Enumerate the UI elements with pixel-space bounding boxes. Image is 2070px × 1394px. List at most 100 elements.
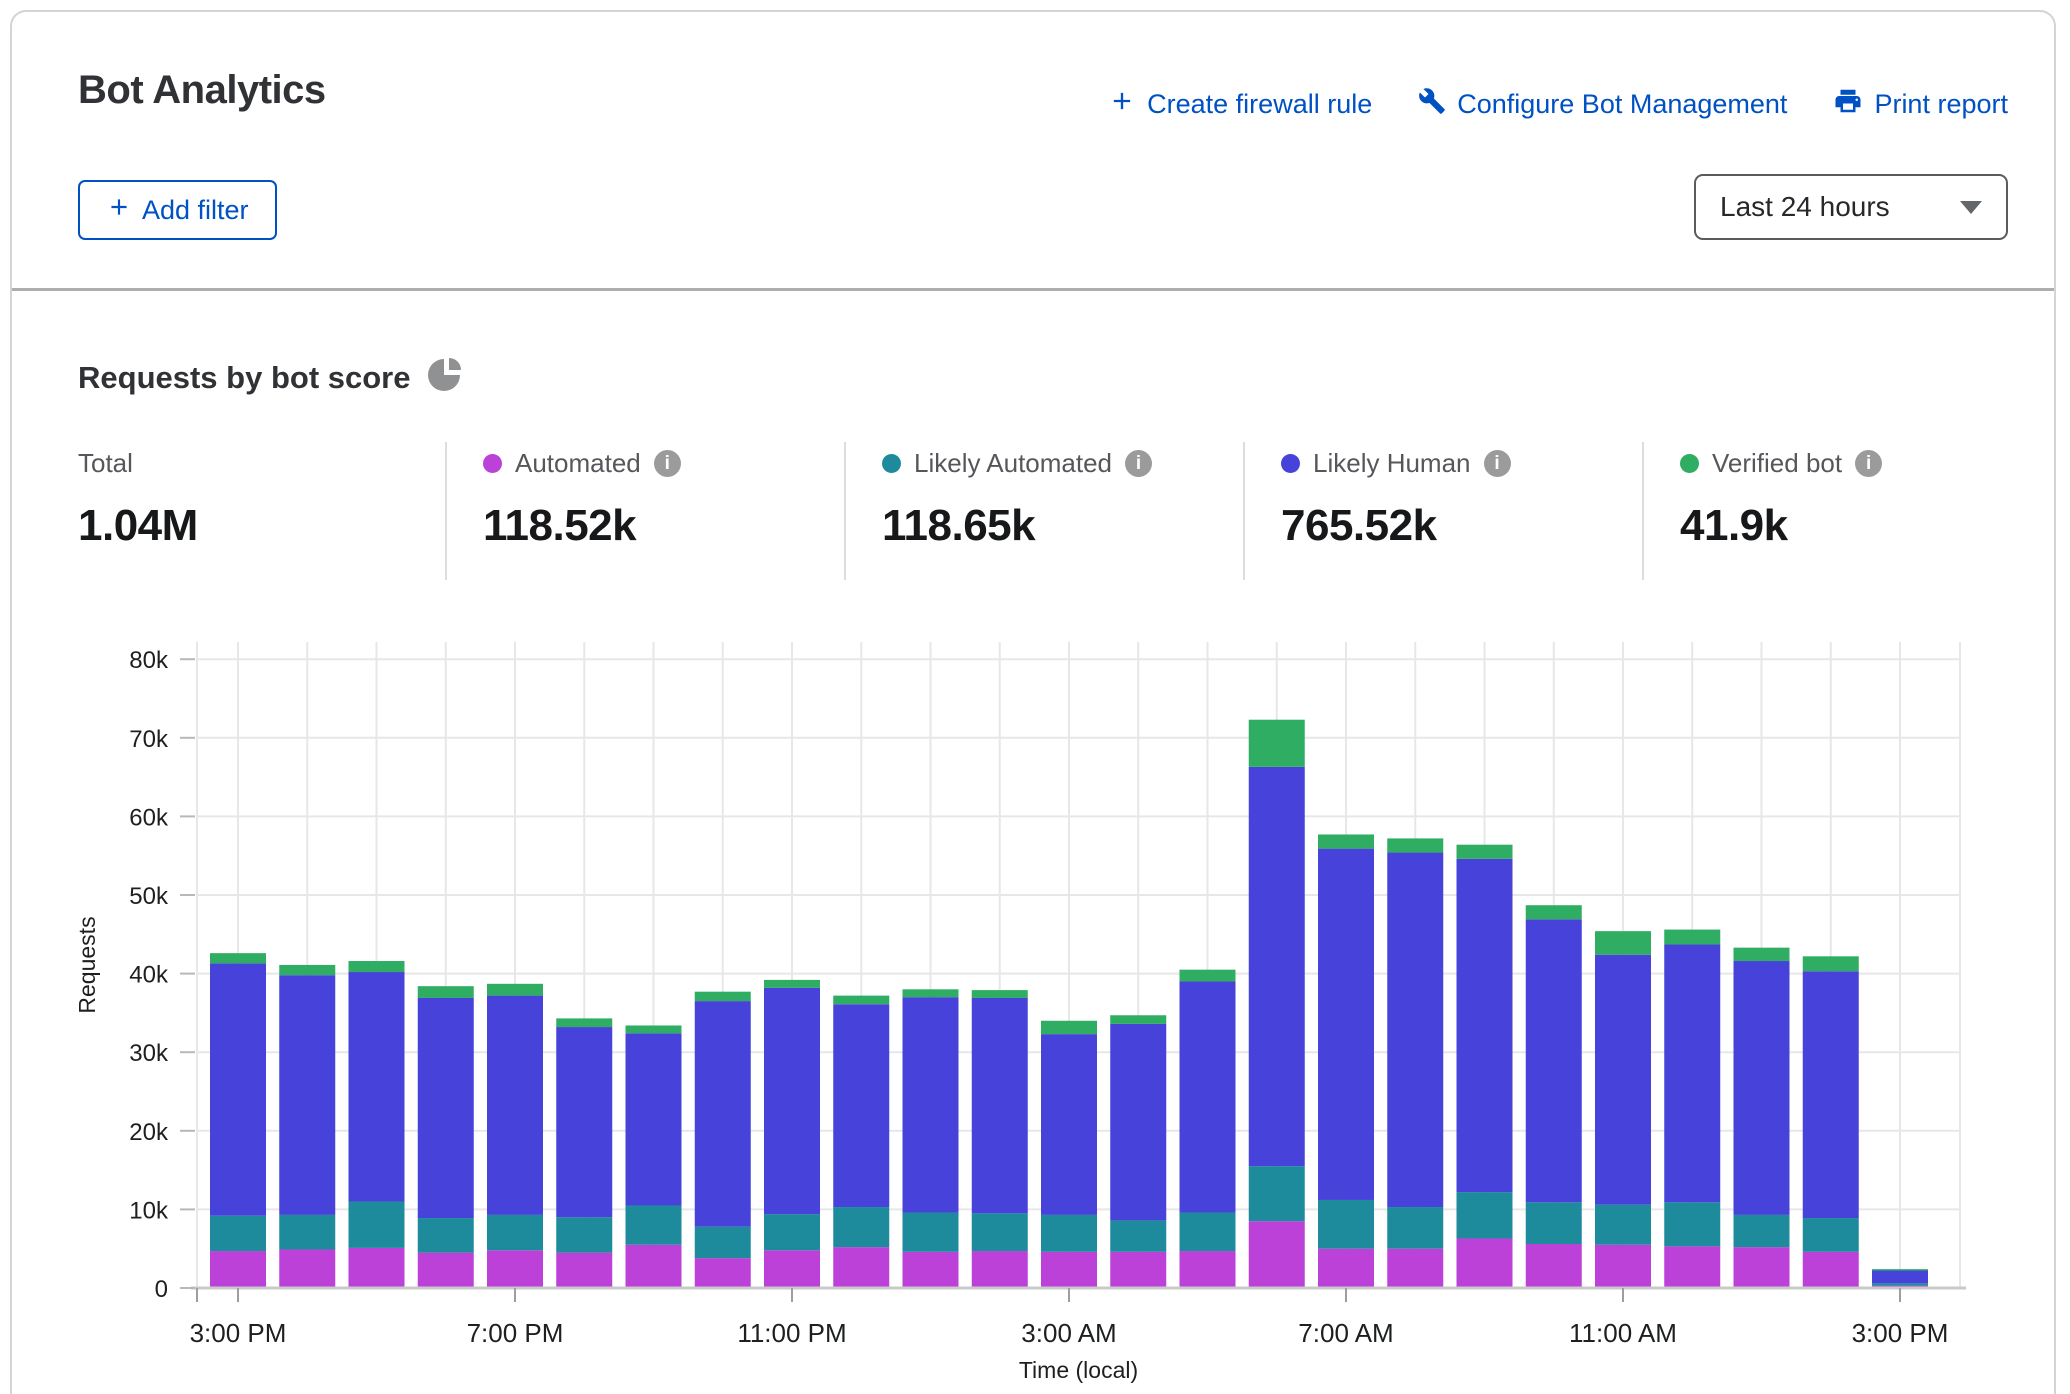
stat-likely-human-value: 765.52k (1281, 501, 1642, 551)
info-icon[interactable]: i (654, 450, 681, 477)
bar-segment-automated (1595, 1245, 1651, 1288)
bar-10[interactable] (903, 989, 959, 1288)
create-firewall-rule-link[interactable]: Create firewall rule (1108, 87, 1372, 122)
bar-8[interactable] (764, 980, 820, 1288)
bar-7[interactable] (695, 992, 751, 1288)
verified-bot-legend-dot (1680, 454, 1699, 473)
page-title: Bot Analytics (78, 68, 326, 113)
bar-1[interactable] (279, 965, 335, 1288)
bar-segment-automated (1387, 1249, 1443, 1288)
plus-icon (106, 194, 132, 227)
info-icon[interactable]: i (1484, 450, 1511, 477)
stat-total: Total 1.04M (12, 442, 445, 580)
svg-text:3:00 PM: 3:00 PM (1852, 1318, 1949, 1348)
bar-segment-likely_automated (279, 1215, 335, 1250)
bar-segment-likely_automated (556, 1217, 612, 1252)
bar-14[interactable] (1180, 970, 1236, 1288)
likely-automated-legend-dot (882, 454, 901, 473)
bar-segment-likely_human (764, 988, 820, 1214)
bar-segment-verified_bot (764, 980, 820, 988)
print-report-link[interactable]: Print report (1833, 86, 2008, 123)
bar-segment-likely_human (1803, 971, 1859, 1218)
bar-segment-verified_bot (972, 990, 1028, 998)
svg-text:11:00 PM: 11:00 PM (737, 1318, 846, 1348)
bar-13[interactable] (1110, 1015, 1166, 1288)
svg-text:11:00 AM: 11:00 AM (1569, 1318, 1677, 1348)
bar-segment-automated (972, 1251, 1028, 1288)
stat-likely-automated-value: 118.65k (882, 501, 1243, 551)
bar-11[interactable] (972, 990, 1028, 1288)
bar-0[interactable] (210, 953, 266, 1288)
stat-total-label: Total (78, 448, 133, 479)
bar-4[interactable] (487, 984, 543, 1288)
bar-segment-automated (1457, 1238, 1513, 1288)
bar-segment-likely_human (1664, 945, 1720, 1203)
bar-segment-likely_human (1457, 859, 1513, 1192)
bar-segment-likely_automated (972, 1213, 1028, 1251)
bar-12[interactable] (1041, 1021, 1097, 1288)
bar-segment-likely_automated (1249, 1166, 1305, 1221)
bar-segment-verified_bot (903, 989, 959, 997)
bar-segment-likely_human (1872, 1270, 1928, 1283)
bar-segment-likely_human (487, 996, 543, 1215)
bar-9[interactable] (833, 996, 889, 1288)
add-filter-button[interactable]: Add filter (78, 180, 277, 240)
bar-segment-automated (1318, 1249, 1374, 1288)
bar-segment-verified_bot (1041, 1021, 1097, 1034)
bar-segment-verified_bot (1803, 956, 1859, 971)
svg-text:3:00 PM: 3:00 PM (190, 1318, 287, 1348)
bar-segment-likely_human (1041, 1034, 1097, 1215)
svg-text:40k: 40k (129, 962, 169, 989)
bar-segment-automated (626, 1245, 682, 1288)
requests-by-bot-score-chart[interactable]: 010k20k30k40k50k60k70k80k3:00 PM7:00 PM1… (12, 616, 2054, 1386)
svg-text:3:00 AM: 3:00 AM (1021, 1318, 1116, 1348)
bar-segment-likely_automated (1110, 1220, 1166, 1251)
bar-segment-automated (1526, 1244, 1582, 1288)
bar-22[interactable] (1734, 948, 1790, 1288)
bar-segment-likely_automated (487, 1215, 543, 1250)
bar-segment-likely_automated (1664, 1202, 1720, 1246)
bar-3[interactable] (418, 986, 474, 1288)
bar-17[interactable] (1387, 838, 1443, 1288)
bar-19[interactable] (1526, 905, 1582, 1288)
bar-21[interactable] (1664, 930, 1720, 1288)
bar-segment-automated (1734, 1247, 1790, 1288)
bar-2[interactable] (349, 961, 405, 1288)
bar-segment-likely_human (1180, 981, 1236, 1212)
bar-segment-likely_automated (903, 1213, 959, 1252)
stat-verified-bot: Verified bot i 41.9k (1642, 442, 2041, 580)
bar-segment-automated (1803, 1252, 1859, 1288)
likely-human-legend-dot (1281, 454, 1300, 473)
bar-segment-automated (349, 1248, 405, 1288)
bar-23[interactable] (1803, 956, 1859, 1288)
bar-segment-verified_bot (556, 1018, 612, 1027)
bar-16[interactable] (1318, 834, 1374, 1288)
bar-segment-verified_bot (1872, 1269, 1928, 1271)
bar-segment-likely_automated (1180, 1213, 1236, 1252)
configure-bot-management-link[interactable]: Configure Bot Management (1418, 87, 1787, 122)
bar-segment-verified_bot (1318, 834, 1374, 848)
chevron-down-icon (1960, 201, 1982, 214)
bar-24[interactable] (1872, 1269, 1928, 1288)
bar-segment-likely_automated (1457, 1192, 1513, 1238)
bar-segment-likely_human (210, 963, 266, 1215)
bar-20[interactable] (1595, 931, 1651, 1288)
bar-5[interactable] (556, 1018, 612, 1288)
x-axis-labels: 3:00 PM7:00 PM11:00 PM3:00 AM7:00 AM11:0… (190, 1288, 1949, 1348)
bar-segment-likely_automated (833, 1207, 889, 1247)
info-icon[interactable]: i (1125, 450, 1152, 477)
time-range-select[interactable]: Last 24 hours (1694, 174, 2008, 240)
bar-segment-verified_bot (626, 1025, 682, 1033)
bar-segment-verified_bot (1734, 948, 1790, 961)
info-icon[interactable]: i (1855, 450, 1882, 477)
bar-segment-likely_human (1110, 1024, 1166, 1221)
bar-15[interactable] (1249, 720, 1305, 1288)
bar-segment-automated (695, 1258, 751, 1288)
bar-segment-likely_automated (626, 1205, 682, 1244)
bar-segment-likely_automated (1387, 1207, 1443, 1249)
bar-18[interactable] (1457, 845, 1513, 1288)
bar-segment-automated (833, 1247, 889, 1288)
bar-segment-automated (1110, 1252, 1166, 1288)
bar-6[interactable] (626, 1025, 682, 1288)
svg-text:7:00 AM: 7:00 AM (1298, 1318, 1393, 1348)
